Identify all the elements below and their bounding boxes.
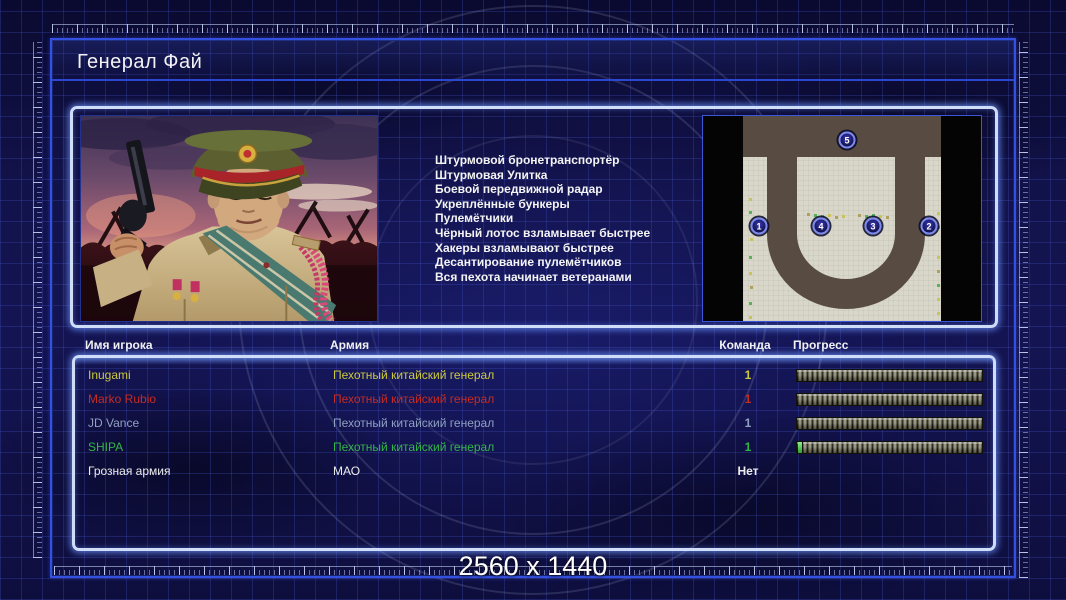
player-rows: Inugami Пехотный китайский генерал 1 Mar… xyxy=(75,358,993,548)
title-bar: Генерал Фай xyxy=(52,40,1014,81)
start-position-marker: 4 xyxy=(812,217,830,235)
start-position-marker: 3 xyxy=(864,217,882,235)
player-team: Нет xyxy=(737,464,759,478)
map-unit-dot xyxy=(750,238,753,241)
bonus-item: Пулемётчики xyxy=(435,211,514,226)
bonus-item: Боевой передвижной радар xyxy=(435,182,603,197)
player-name: Грозная армия xyxy=(88,464,171,478)
start-position-marker: 5 xyxy=(838,131,856,149)
map-unit-dot xyxy=(937,298,940,301)
map-unit-dot xyxy=(937,256,940,259)
progress-green-segment xyxy=(798,441,802,453)
bonus-item: Вся пехота начинает ветеранами xyxy=(435,269,632,284)
player-team: 1 xyxy=(744,368,752,382)
bonus-item: Штурмовая Улитка xyxy=(435,167,548,182)
map-unit-dot xyxy=(865,215,868,218)
player-name: Inugami xyxy=(88,368,131,382)
map-unit-dot xyxy=(750,286,753,289)
player-row: Грозная армия МАО Нет xyxy=(88,459,993,483)
start-position-marker: 1 xyxy=(750,217,768,235)
general-portrait xyxy=(80,115,378,322)
map-unit-dot xyxy=(749,256,752,259)
page-title: Генерал Фай xyxy=(77,51,203,73)
header-progress: Прогресс xyxy=(793,338,849,352)
map-unit-dot xyxy=(937,270,940,273)
player-table-panel: Inugami Пехотный китайский генерал 1 Mar… xyxy=(72,355,996,551)
player-name: Marko Rubio xyxy=(88,392,157,406)
map-unit-dot xyxy=(749,302,752,305)
player-team: 1 xyxy=(744,416,752,430)
general-portrait-art xyxy=(81,116,377,321)
player-army: Пехотный китайский генерал xyxy=(333,440,495,454)
player-progress-cell xyxy=(796,368,983,382)
minimap: 5 1 4 3 2 xyxy=(702,115,982,322)
header-player-name: Имя игрока xyxy=(85,338,153,352)
player-row: JD Vance Пехотный китайский генерал 1 xyxy=(88,411,993,435)
map-unit-dot xyxy=(814,214,817,217)
bonus-list: Штурмовой бронетранспортёр Штурмовая Улит… xyxy=(435,153,650,284)
map-unit-dot xyxy=(937,212,940,215)
map-unit-dot xyxy=(835,216,838,219)
map-unit-dot xyxy=(842,215,845,218)
player-team: 1 xyxy=(744,440,752,454)
player-name: JD Vance xyxy=(88,416,140,430)
player-name: SHIPA xyxy=(88,440,124,454)
map-unit-dot xyxy=(749,316,752,319)
map-unit-dot xyxy=(807,213,810,216)
map-unit-dot xyxy=(749,198,752,201)
bonus-item: Десантирование пулемётчиков xyxy=(435,255,622,270)
map-unit-dot xyxy=(886,216,889,219)
progress-bar xyxy=(796,440,983,454)
progress-bar xyxy=(796,392,983,406)
bonus-item: Укреплённые бункеры xyxy=(435,196,570,211)
player-team: 1 xyxy=(744,392,752,406)
map-unit-dot xyxy=(937,312,940,315)
header-army: Армия xyxy=(330,338,370,352)
player-army: Пехотный китайский генерал xyxy=(333,392,495,406)
map-unit-dot xyxy=(879,215,882,218)
player-row: Inugami Пехотный китайский генерал 1 xyxy=(88,363,993,387)
ruler-left xyxy=(33,42,42,558)
player-table-header: Имя игрока Армия Команда Прогресс xyxy=(85,338,996,352)
bonus-item: Штурмовой бронетранспортёр xyxy=(435,153,620,167)
map-unit-dot xyxy=(858,214,861,217)
player-army: МАО xyxy=(333,464,361,478)
player-row: Marko Rubio Пехотный китайский генерал 1 xyxy=(88,387,993,411)
ruler-top xyxy=(52,24,1014,33)
start-position-marker: 2 xyxy=(920,217,938,235)
bonus-item: Хакеры взламывают быстрее xyxy=(435,240,614,255)
player-army: Пехотный китайский генерал xyxy=(333,368,495,382)
ruler-right xyxy=(1019,42,1028,578)
map-unit-dot xyxy=(749,272,752,275)
map-unit-dot xyxy=(749,211,752,214)
player-row: SHIPA Пехотный китайский генерал 1 xyxy=(88,435,993,459)
player-progress-cell xyxy=(796,416,983,430)
general-info-panel: Штурмовой бронетранспортёр Штурмовая Улит… xyxy=(70,106,998,328)
header-team: Команда xyxy=(719,338,771,352)
player-army: Пехотный китайский генерал xyxy=(333,416,495,430)
map-unit-dot xyxy=(937,284,940,287)
progress-bar xyxy=(796,368,983,382)
bonus-item: Чёрный лотос взламывает быстрее xyxy=(435,225,651,240)
progress-bar xyxy=(796,416,983,430)
player-progress-cell xyxy=(796,440,983,454)
map-unit-dot xyxy=(828,214,831,217)
resolution-label: 2560 x 1440 xyxy=(458,551,608,581)
player-progress-cell xyxy=(796,392,983,406)
